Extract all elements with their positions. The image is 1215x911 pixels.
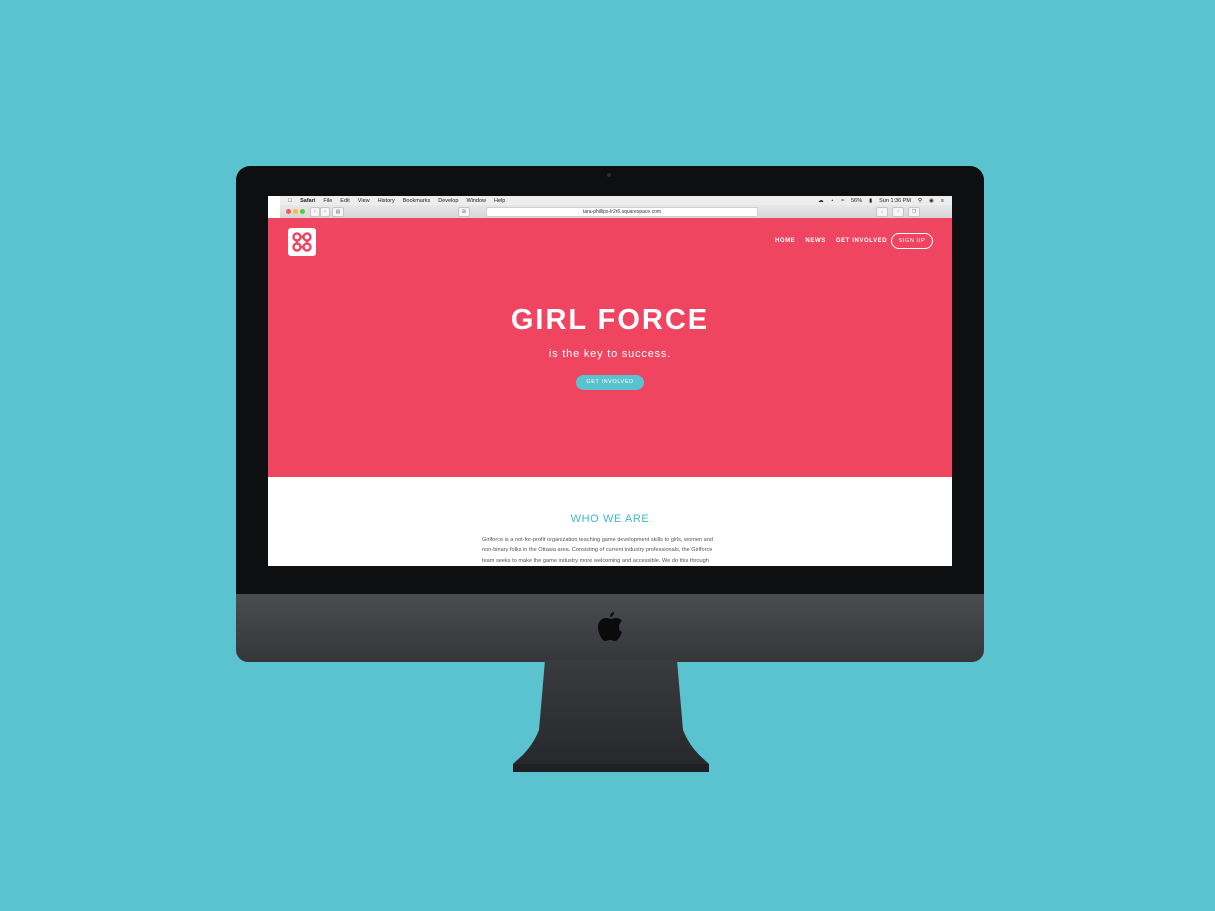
download-icon[interactable]: ↓ [876, 207, 888, 217]
clock[interactable]: Sun 1:36 PM [879, 198, 911, 204]
get-involved-button[interactable]: GET INVOLVED [576, 375, 644, 390]
apple-logo-icon [598, 612, 622, 641]
battery-percent[interactable]: 56% [851, 198, 862, 204]
menu-view[interactable]: View [358, 198, 370, 204]
hero-subtitle: is the key to success. [548, 348, 672, 360]
wifi-icon[interactable]: ≈ [841, 198, 844, 204]
tabs-icon[interactable]: ❐ [908, 207, 920, 217]
section-line: non-binary folks in the Ottawa area. Con… [482, 547, 713, 554]
forward-button[interactable]: › [320, 207, 330, 217]
extension-icon[interactable]: ₪ [458, 207, 470, 217]
section-body: Girlforce is a not-for-profit organizati… [482, 535, 738, 566]
site-logo[interactable] [288, 228, 316, 256]
menu-bookmarks[interactable]: Bookmarks [403, 198, 431, 204]
camera-dot [607, 173, 611, 177]
cloud-icon[interactable]: ☁ [818, 198, 824, 204]
section-line: team seeks to make the game industry mor… [482, 557, 709, 564]
hero-section: HOME NEWS GET INVOLVED SIGN UP GIRL FORC… [268, 218, 952, 477]
apple-icon[interactable]:  [288, 198, 292, 204]
safari-toolbar: ‹ › ▤ ₪ tara-phillips-lr2r6.squarespace.… [280, 205, 952, 219]
menu-help[interactable]: Help [494, 198, 505, 204]
zoom-window-button[interactable] [300, 209, 305, 214]
address-bar[interactable]: tara-phillips-lr2r6.squarespace.com [486, 207, 758, 217]
close-window-button[interactable] [286, 209, 291, 214]
notification-center-icon[interactable]: ≡ [941, 198, 944, 204]
command-key-icon [292, 232, 312, 252]
section-line: Girlforce is a not-for-profit organizati… [482, 537, 714, 543]
spotlight-icon[interactable]: ⚲ [918, 198, 922, 204]
sign-up-button[interactable]: SIGN UP [891, 233, 933, 249]
battery-icon[interactable]: ▮ [869, 198, 872, 204]
site-nav: HOME NEWS GET INVOLVED [765, 238, 887, 244]
menu-edit[interactable]: Edit [340, 198, 349, 204]
screen:  Safari File Edit View History Bookmark… [268, 196, 952, 566]
menu-develop[interactable]: Develop [438, 198, 458, 204]
menu-safari[interactable]: Safari [300, 198, 315, 204]
nav-news[interactable]: NEWS [805, 238, 825, 244]
back-button[interactable]: ‹ [310, 207, 320, 217]
hero-title: GIRL FORCE [510, 304, 710, 336]
nav-get-involved[interactable]: GET INVOLVED [836, 238, 887, 244]
imac-stand [513, 660, 709, 772]
share-icon[interactable]: ↑ [892, 207, 904, 217]
minimize-window-button[interactable] [293, 209, 298, 214]
menu-window[interactable]: Window [466, 198, 486, 204]
section-title: WHO WE ARE [570, 513, 650, 525]
nav-home[interactable]: HOME [775, 238, 795, 244]
bluetooth-icon[interactable]: ⋆ [831, 198, 834, 204]
menubar-status: ☁ ⋆ ≈ 56% ▮ Sun 1:36 PM ⚲ ◉ ≡ [811, 198, 952, 204]
sidebar-icon[interactable]: ▤ [332, 207, 344, 217]
menu-file[interactable]: File [323, 198, 332, 204]
siri-icon[interactable]: ◉ [929, 198, 934, 204]
mac-menubar:  Safari File Edit View History Bookmark… [280, 196, 952, 205]
menu-history[interactable]: History [378, 198, 395, 204]
